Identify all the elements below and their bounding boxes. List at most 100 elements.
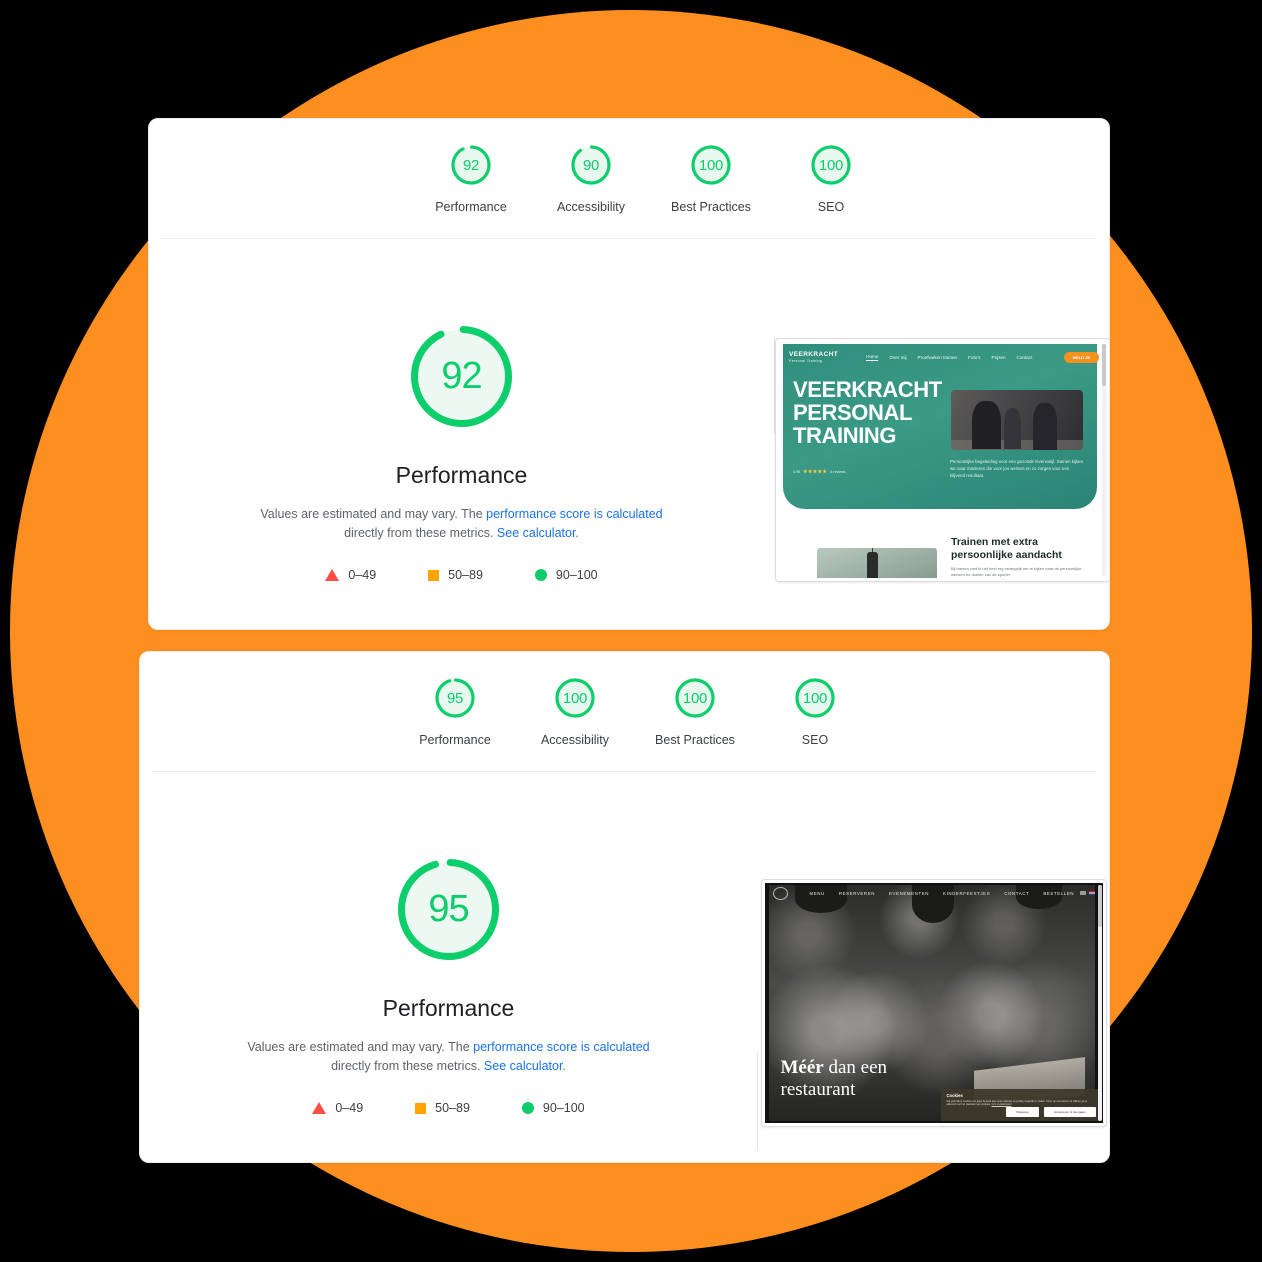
legend-item-average: 50–89 — [428, 568, 483, 582]
site-screenshot-veerkracht[interactable]: VEERKRACHT Personal Training Home Over m… — [775, 338, 1109, 582]
screenshot-viewport: MENU RESERVEREN EVENEMENTEN KINDERFEESTJ… — [764, 883, 1103, 1123]
category-score-best-practices[interactable]: 100 Best Practices — [635, 674, 755, 747]
strip-spacer — [149, 141, 411, 214]
veerkracht-page: VEERKRACHT Personal Training Home Over m… — [779, 342, 1107, 578]
nav-item-fotos[interactable]: Foto's — [968, 355, 980, 360]
language-switcher[interactable] — [1079, 891, 1095, 895]
logo-line-1: VEERKRACHT — [789, 351, 839, 358]
final-screenshot-pane-2: MENU RESERVEREN EVENEMENTEN KINDERFEESTJ… — [758, 780, 1109, 1150]
metric-title: Performance — [382, 995, 515, 1021]
strip-spacer — [140, 674, 395, 747]
gauge-ring-accessibility: 90 — [567, 141, 615, 189]
gauge-value: 95 — [446, 689, 464, 707]
legend-item-pass: 90–100 — [534, 568, 598, 582]
category-score-best-practices[interactable]: 100 Best Practices — [651, 141, 771, 214]
category-score-performance[interactable]: 95 Performance — [395, 674, 515, 747]
square-icon — [415, 1102, 427, 1114]
section-paragraph: Bij trainen vind ik het heel erg belangr… — [951, 566, 1082, 577]
legend-range: 0–49 — [348, 568, 377, 582]
performance-score-link[interactable]: performance score is calculated — [473, 1040, 649, 1054]
see-calculator-link[interactable]: See calculator. — [484, 1059, 566, 1073]
logo-line-2: Personal Training — [789, 359, 823, 363]
performance-summary-2: 95 Performance Values are estimated and … — [140, 780, 757, 1150]
legend-range: 50–89 — [448, 568, 483, 582]
cookie-title: Cookies — [946, 1093, 963, 1098]
legend-item-pass: 90–100 — [521, 1101, 585, 1115]
veerkracht-cta-button[interactable]: MELD JE — [1063, 351, 1099, 363]
report-body-2: 95 Performance Values are estimated and … — [140, 772, 1109, 1150]
flag-icon-nl — [1088, 891, 1095, 895]
gauge-label: Accessibility — [556, 200, 626, 214]
gauge-value: 92 — [462, 156, 480, 174]
veerkracht-logo[interactable]: VEERKRACHT Personal Training — [789, 351, 838, 363]
performance-gauge-large: 92 — [404, 319, 519, 434]
category-score-seo[interactable]: 100 SEO — [755, 674, 875, 747]
category-score-performance[interactable]: 92 Performance — [411, 141, 531, 214]
restaurant-heading: Méér dan een restaurant — [781, 1057, 888, 1101]
category-score-accessibility[interactable]: 100 Accessibility — [515, 674, 635, 747]
category-score-strip-2: 95 Performance 100 Accessibility 100 Bes… — [140, 652, 1109, 747]
nav-item-prijzen[interactable]: Prijzen — [992, 355, 1006, 360]
heading-line-1: Méér dan een — [781, 1057, 888, 1079]
nav-item-over-mij[interactable]: Over mij — [889, 355, 906, 360]
category-score-seo[interactable]: 100 SEO — [771, 141, 891, 214]
lighthouse-report-card-1: 92 Performance 90 Accessibility 100 Best… — [148, 118, 1110, 630]
nav-item-bestellen[interactable]: BESTELLEN — [1043, 891, 1074, 896]
heading-emphasis: Méér — [780, 1057, 824, 1078]
legend-item-average: 50–89 — [415, 1101, 470, 1115]
gauge-ring-seo: 100 — [807, 141, 855, 189]
nav-item-contact[interactable]: Contact — [1017, 355, 1033, 360]
screenshot-viewport: VEERKRACHT Personal Training Home Over m… — [779, 342, 1107, 578]
gauge-label: Performance — [435, 200, 507, 214]
restaurant-logo[interactable] — [772, 886, 788, 900]
cookie-banner: Cookies Wij gebruiken cookies om jouw be… — [940, 1089, 1101, 1121]
disclaimer-text-pre: Values are estimated and may vary. The — [247, 1040, 474, 1054]
nav-item-contact[interactable]: CONTACT — [1004, 891, 1029, 896]
veerkracht-hero-paragraph: Persoonlijke begeleiding voor een gezond… — [950, 459, 1084, 478]
nav-item-proefweken[interactable]: Proefweken trainen — [918, 355, 958, 360]
disclaimer-text-mid: directly from these metrics. — [331, 1059, 484, 1073]
nav-item-menu[interactable]: MENU — [810, 891, 825, 896]
flag-icon-en — [1079, 891, 1086, 895]
circle-icon — [534, 569, 547, 581]
cookie-decline-button[interactable]: Weigeren — [1006, 1107, 1039, 1117]
cookie-accept-button[interactable]: Accepteren & doorgaan — [1043, 1107, 1096, 1117]
category-score-strip-1: 92 Performance 90 Accessibility 100 Best… — [149, 119, 1109, 214]
legend-range: 90–100 — [542, 1101, 585, 1115]
screenshot-scrollbar[interactable] — [1097, 885, 1102, 1121]
score-disclaimer: Values are estimated and may vary. The p… — [239, 1038, 659, 1076]
nav-item-evenementen[interactable]: EVENEMENTEN — [889, 891, 929, 896]
performance-score-link[interactable]: performance score is calculated — [486, 507, 662, 521]
cookie-body-text: Wij gebruiken cookies om jouw bezoek aan… — [946, 1100, 1088, 1107]
cookie-policy-link[interactable]: Ons cookiebeleid — [992, 1103, 1012, 1106]
section-photo — [817, 548, 937, 578]
cookie-actions: Weigeren Accepteren & doorgaan — [1006, 1107, 1096, 1117]
legend-item-fail: 0–49 — [325, 568, 376, 582]
triangle-icon — [312, 1102, 327, 1114]
veerkracht-menu: Home Over mij Proefweken trainen Foto's … — [866, 354, 1032, 361]
lighthouse-report-card-2: 95 Performance 100 Accessibility 100 Bes… — [139, 651, 1110, 1163]
legend-range: 90–100 — [555, 568, 598, 582]
see-calculator-link[interactable]: See calculator. — [497, 526, 579, 540]
screenshot-scrollbar[interactable] — [1102, 344, 1106, 576]
rating-value: 4.95 — [793, 470, 800, 474]
category-score-accessibility[interactable]: 90 Accessibility — [531, 141, 651, 214]
score-legend-1: 0–49 50–89 90–100 — [325, 568, 598, 582]
score-disclaimer: Values are estimated and may vary. The p… — [252, 505, 672, 543]
nav-item-home[interactable]: Home — [866, 354, 879, 361]
nav-item-reserveren[interactable]: RESERVEREN — [839, 891, 875, 896]
legend-range: 0–49 — [335, 1101, 364, 1115]
veerkracht-rating: 4.95 ★★★★★ 6 reviews — [793, 469, 846, 475]
screenshot-stage: 92 Performance 90 Accessibility 100 Best… — [0, 0, 1262, 1262]
veerkracht-hero-photo — [951, 390, 1083, 450]
legend-item-fail: 0–49 — [312, 1101, 363, 1115]
gauge-ring-best-practices: 100 — [671, 674, 719, 722]
nav-item-kinderfeestjes[interactable]: KINDERFEESTJES — [943, 891, 990, 896]
site-screenshot-restaurant[interactable]: MENU RESERVEREN EVENEMENTEN KINDERFEESTJ… — [760, 879, 1107, 1127]
square-icon — [428, 569, 440, 581]
legend-range: 50–89 — [435, 1101, 470, 1115]
restaurant-menu: MENU RESERVEREN EVENEMENTEN KINDERFEESTJ… — [810, 891, 1075, 896]
gauge-label: Performance — [419, 733, 491, 747]
veerkracht-heading: VEERKRACHT PERSONAL TRAINING — [793, 378, 942, 447]
gauge-value: 100 — [802, 689, 828, 707]
